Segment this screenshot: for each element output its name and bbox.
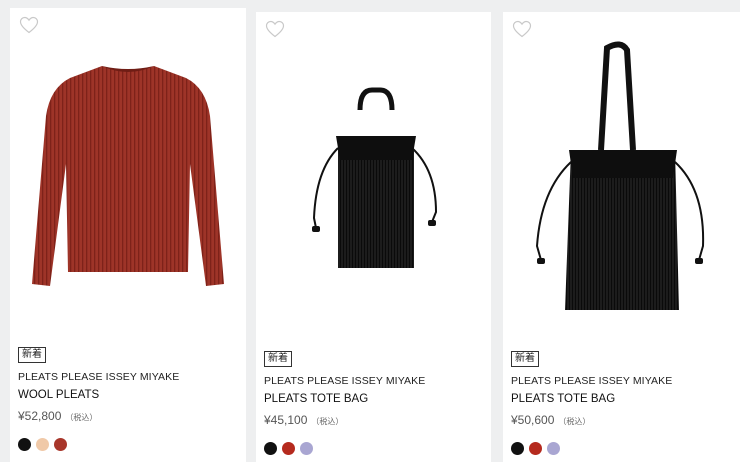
tote-bag-image — [312, 87, 438, 268]
color-swatches — [264, 442, 483, 455]
color-swatch-black[interactable] — [264, 442, 277, 455]
product-image[interactable] — [256, 40, 491, 340]
product-info: 新着 PLEATS PLEASE ISSEY MIYAKE PLEATS TOT… — [511, 348, 732, 455]
price-value: ¥45,100 — [264, 413, 308, 427]
new-badge: 新着 — [511, 351, 539, 367]
price-value: ¥52,800 — [18, 409, 62, 423]
color-swatches — [18, 438, 238, 451]
price-value: ¥50,600 — [511, 413, 555, 427]
heart-icon[interactable] — [512, 20, 532, 38]
product-image[interactable] — [503, 40, 740, 340]
product-info: 新着 PLEATS PLEASE ISSEY MIYAKE PLEATS TOT… — [264, 348, 483, 455]
product-name[interactable]: PLEATS TOTE BAG — [264, 392, 483, 407]
product-info: 新着 PLEATS PLEASE ISSEY MIYAKE WOOL PLEAT… — [18, 344, 238, 451]
color-swatch-lavender[interactable] — [547, 442, 560, 455]
brand-name: PLEATS PLEASE ISSEY MIYAKE — [264, 375, 426, 387]
product-price: ¥45,100 （税込） — [264, 413, 483, 429]
product-card[interactable]: 新着 PLEATS PLEASE ISSEY MIYAKE PLEATS TOT… — [256, 12, 491, 462]
product-grid: 新着 PLEATS PLEASE ISSEY MIYAKE WOOL PLEAT… — [0, 0, 740, 462]
product-price: ¥52,800 （税込） — [18, 409, 238, 425]
color-swatch-red[interactable] — [54, 438, 67, 451]
color-swatches — [511, 442, 732, 455]
sweater-image — [32, 66, 224, 286]
product-image[interactable] — [10, 36, 246, 336]
tax-label: （税込） — [65, 413, 98, 422]
product-price: ¥50,600 （税込） — [511, 413, 732, 429]
color-swatch-black[interactable] — [18, 438, 31, 451]
product-name[interactable]: WOOL PLEATS — [18, 388, 238, 403]
color-swatch-beige[interactable] — [36, 438, 49, 451]
heart-icon[interactable] — [19, 16, 39, 34]
color-swatch-red[interactable] — [282, 442, 295, 455]
color-swatch-lavender[interactable] — [300, 442, 313, 455]
tote-bag-image — [535, 41, 705, 310]
color-swatch-black[interactable] — [511, 442, 524, 455]
brand-name: PLEATS PLEASE ISSEY MIYAKE — [18, 371, 180, 383]
product-card[interactable]: 新着 PLEATS PLEASE ISSEY MIYAKE WOOL PLEAT… — [10, 8, 246, 462]
color-swatch-red[interactable] — [529, 442, 542, 455]
heart-icon[interactable] — [265, 20, 285, 38]
tax-label: （税込） — [311, 417, 344, 426]
tax-label: （税込） — [558, 417, 591, 426]
new-badge: 新着 — [264, 351, 292, 367]
new-badge: 新着 — [18, 347, 46, 363]
brand-name: PLEATS PLEASE ISSEY MIYAKE — [511, 375, 673, 387]
product-name[interactable]: PLEATS TOTE BAG — [511, 392, 732, 407]
product-card[interactable]: 新着 PLEATS PLEASE ISSEY MIYAKE PLEATS TOT… — [503, 12, 740, 462]
